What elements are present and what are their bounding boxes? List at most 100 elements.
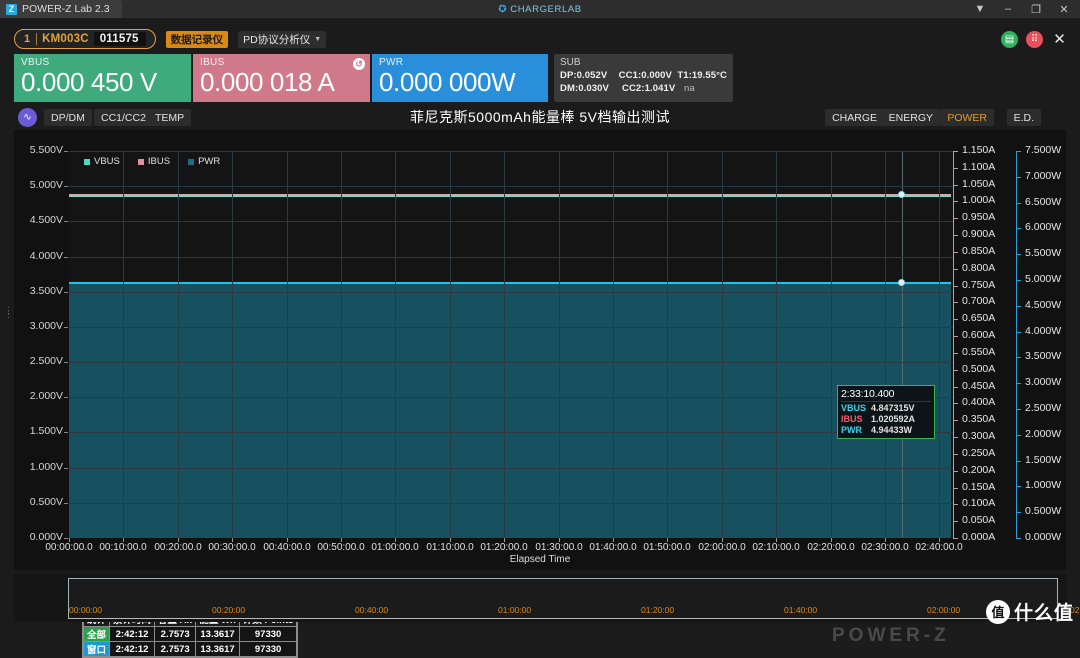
grid-icon[interactable]: ⠿ [1026,30,1043,48]
voltage-axis-label: 5.500V [29,144,63,156]
current-axis-label: 0.000A [962,531,996,543]
voltage-axis-tick [64,292,68,293]
grid-line-vertical [450,151,451,538]
time-axis-label: 02:40:00.0 [915,542,963,553]
time-axis-tick [885,538,886,542]
power-axis-label: 4.000W [1025,325,1062,337]
data-logger-button[interactable]: 数据记录仪 [165,30,229,48]
time-axis-tick [341,538,342,542]
time-axis-label: 00:00:00.0 [45,542,93,553]
timeline-tick-label: 00:20:00 [212,605,246,615]
voltage-axis-label: 4.000V [29,250,63,262]
current-axis-label: 0.800A [962,262,996,274]
current-axis-tick [954,269,958,270]
minimize-button[interactable]: – [994,0,1022,18]
chevron-down-icon: ▼ [314,35,322,43]
current-axis-tick [954,302,958,303]
current-axis-label: 0.150A [962,481,996,493]
timeline-tick-label: 01:20:00 [641,605,675,615]
current-axis-tick [954,151,958,152]
time-axis-label: 01:50:00.0 [643,542,691,553]
timeline-tick-label: 00:00:00 [69,605,103,615]
tab-ed[interactable]: E.D. [1006,109,1041,126]
power-axis-tick [1017,435,1021,436]
voltage-axis-label: 3.000V [29,320,63,332]
app-tab[interactable]: Z POWER-Z Lab 2.3 [0,0,122,18]
time-axis-tick [178,538,179,542]
current-axis-tick [954,235,958,236]
power-axis-tick [1017,306,1021,307]
panel-drag-handle[interactable]: ⋮ ⋮ [4,306,13,319]
tab-power[interactable]: POWER [940,109,994,126]
voltage-axis-label: 1.500V [29,425,63,437]
brand-watermark: ✪ CHARGERLAB [0,0,1080,18]
grid-line-vertical [939,151,940,538]
plot-area[interactable] [69,151,953,538]
ibus-card[interactable]: IBUS ↺ 0.000 018 A [193,54,370,102]
pd-analyzer-button[interactable]: PD协议分析仪 ▼ [238,30,327,48]
voltage-axis-tick [64,221,68,222]
power-axis-label: 7.500W [1025,144,1062,156]
z-logo-icon: Z [6,3,17,15]
grid-line-vertical [178,151,179,538]
time-axis-label: 02:20:00.0 [807,542,855,553]
power-axis-tick [1017,332,1021,333]
site-watermark-mark: 值 [985,599,1010,624]
device-index: 1 [24,33,31,45]
vbus-card[interactable]: VBUS 0.000 450 V [14,54,191,102]
current-axis-tick [954,319,958,320]
ibus-value: 0.000 018 A [200,67,335,97]
close-panel-icon[interactable]: ✕ [1051,31,1068,48]
grid-line-vertical [559,151,560,538]
x-axis-title: Elapsed Time [509,554,571,565]
cursor-crosshair[interactable] [902,151,903,538]
grid-line-vertical [341,151,342,538]
refresh-icon[interactable]: ↺ [353,58,365,70]
time-axis-label: 01:10:00.0 [426,542,474,553]
voltage-axis-tick [64,362,68,363]
stats-win-ah: 2.7573 [154,641,197,657]
stats-tag-window[interactable]: 窗口 [82,641,111,657]
dp-value: DP:0.052V [560,70,608,81]
power-axis-label: 2.000W [1025,428,1062,440]
sub-card[interactable]: SUB DP:0.052V CC1:0.000V T1:19.55°C DM:0… [554,54,733,102]
stats-win-time: 2:42:12 [109,641,156,657]
save-icon[interactable]: ▤ [1001,30,1018,48]
time-axis-label: 01:30:00.0 [535,542,583,553]
timeline-navigator[interactable]: 00:00:00 00:20:00 00:40:00 01:00:00 01:20:00… [14,574,1080,622]
current-axis-label: 0.700A [962,295,996,307]
voltage-axis-label: 0.500V [29,496,63,508]
tab-charge[interactable]: CHARGE [825,109,884,126]
power-axis-label: 2.500W [1025,402,1062,414]
current-axis-label: 0.250A [962,447,996,459]
chart-toolbar: ∿ DP/DM CC1/CC2 TEMP 菲尼克斯5000mAh能量棒 5V档输… [14,106,1066,130]
device-selector[interactable]: 1 KM003C 011575 [14,29,156,49]
sub-row-1: DP:0.052V CC1:0.000V T1:19.55°C [560,70,727,81]
current-axis-label: 0.850A [962,245,996,257]
measurement-cards: VBUS 0.000 450 V IBUS ↺ 0.000 018 A PWR … [14,54,733,102]
tab-energy[interactable]: ENERGY [881,109,940,126]
current-axis-tick [954,185,958,186]
grid-line-horizontal [69,221,953,222]
power-axis-label: 6.500W [1025,196,1062,208]
power-axis-tick [1017,512,1021,513]
timeline-tick-label: 02:00:00 [927,605,961,615]
close-button[interactable]: ✕ [1050,0,1078,18]
maximize-button[interactable]: ❐ [1022,0,1050,18]
power-axis-label: 0.000W [1025,531,1062,543]
voltage-axis-tick [64,503,68,504]
device-toolbar: 1 KM003C 011575 数据记录仪 PD协议分析仪 ▼ [14,28,327,50]
dropdown-button[interactable]: ▼ [966,0,994,18]
power-axis-tick [1017,203,1021,204]
time-axis-tick [939,538,940,542]
current-axis-tick [954,420,958,421]
grid-line-horizontal [69,186,953,187]
time-axis-tick [287,538,288,542]
power-axis-label: 1.000W [1025,479,1062,491]
grid-line-horizontal [69,257,953,258]
time-axis-label: 01:20:00.0 [480,542,528,553]
brand-text: CHARGERLAB [510,3,582,15]
pwr-card[interactable]: PWR 0.000 000W [372,54,548,102]
grid-line-vertical [613,151,614,538]
time-axis-tick [450,538,451,542]
